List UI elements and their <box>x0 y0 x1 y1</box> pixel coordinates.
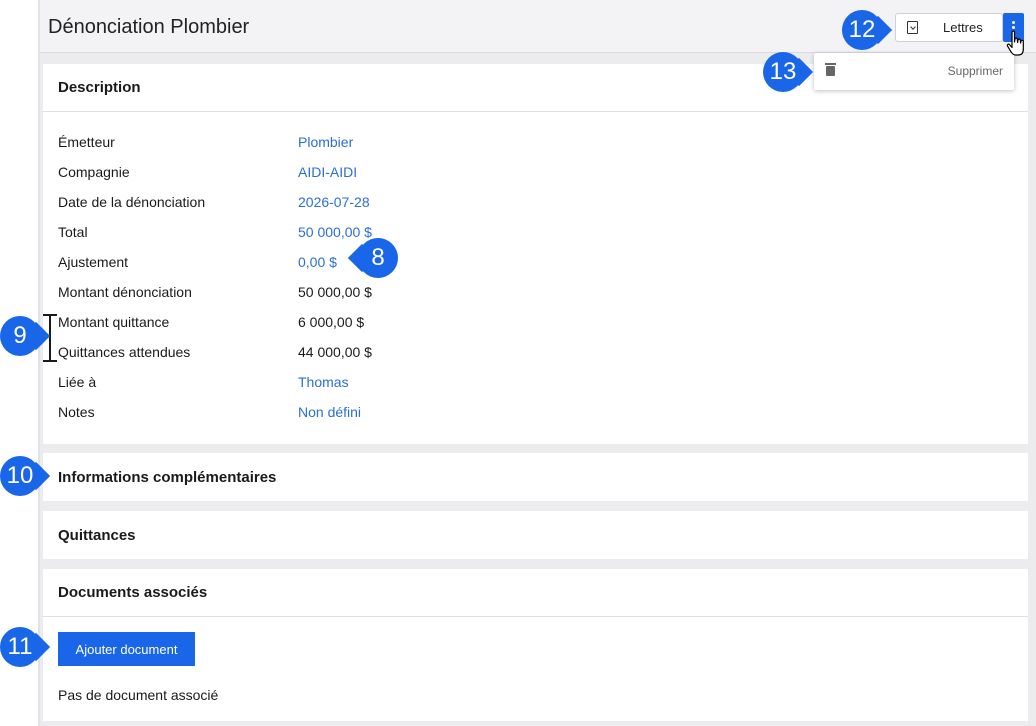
trash-icon <box>825 63 836 76</box>
emetteur-link[interactable]: Plombier <box>298 134 353 150</box>
hand-pointer-icon <box>1006 30 1024 56</box>
field-label: Montant dénonciation <box>58 284 192 300</box>
field-value: 44 000,00 $ <box>298 344 372 360</box>
field-label: Ajustement <box>58 254 129 270</box>
field-label: Notes <box>58 404 95 420</box>
field-label: Quittances attendues <box>58 344 191 360</box>
no-document-text: Pas de document associé <box>58 687 219 703</box>
compagnie-link[interactable]: AIDI-AIDI <box>298 164 357 180</box>
notes-link[interactable]: Non défini <box>298 404 361 420</box>
field-label: Date de la dénonciation <box>58 194 206 210</box>
documents-section: Documents associés Ajouter document Pas … <box>43 569 1028 721</box>
delete-menu-item[interactable]: Supprimer <box>814 53 1014 90</box>
callout-12: 12 <box>842 10 882 50</box>
field-label: Montant quittance <box>58 314 170 330</box>
field-label: Émetteur <box>58 134 115 150</box>
total-link[interactable]: 50 000,00 $ <box>298 224 372 240</box>
liee-a-link[interactable]: Thomas <box>298 374 349 390</box>
page-title: Dénonciation Plombier <box>48 16 250 38</box>
more-vertical-icon <box>1012 21 1015 24</box>
callout-8: 8 <box>358 238 398 278</box>
field-value: 6 000,00 $ <box>298 314 365 330</box>
lettres-button[interactable]: Lettres <box>895 13 1003 42</box>
ajustement-link[interactable]: 0,00 $ <box>298 254 337 270</box>
delete-label: Supprimer <box>947 64 1003 78</box>
field-label: Liée à <box>58 374 97 390</box>
actions-dropdown: Supprimer <box>814 53 1014 90</box>
callout-11: 11 <box>0 627 40 667</box>
callout-13: 13 <box>763 52 803 92</box>
info-complementaires-section[interactable]: Informations complémentaires <box>43 453 1028 501</box>
documents-title: Documents associés <box>43 569 1028 617</box>
quittances-title: Quittances <box>58 526 136 544</box>
callout-10: 10 <box>0 456 40 496</box>
info-complementaires-title: Informations complémentaires <box>58 468 277 486</box>
date-link[interactable]: 2026-07-28 <box>298 194 370 210</box>
main-content: Dénonciation Plombier Lettres Descriptio… <box>40 0 1036 726</box>
lettres-button-label: Lettres <box>943 20 983 35</box>
field-value: 50 000,00 $ <box>298 284 372 300</box>
field-label: Total <box>58 224 88 240</box>
callout-9: 9 <box>0 316 40 356</box>
document-download-icon <box>907 21 918 34</box>
quittances-section[interactable]: Quittances <box>43 511 1028 559</box>
add-document-button[interactable]: Ajouter document <box>58 632 195 666</box>
field-label: Compagnie <box>58 164 130 180</box>
description-card: Description Émetteur Plombier Compagnie … <box>43 64 1028 444</box>
